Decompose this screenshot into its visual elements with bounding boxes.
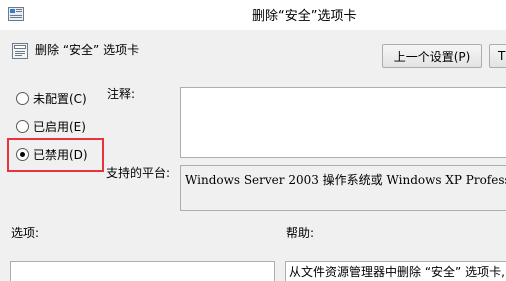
radio-button[interactable] [16,91,29,105]
policy-window-icon [8,7,24,21]
policy-setting-icon [12,43,28,59]
help-label: 帮助: [286,226,315,240]
title-bar: 删除“安全”选项卡 [0,0,506,30]
radio-button[interactable] [16,119,29,133]
supported-platform-label: 支持的平台: [106,166,171,180]
comment-textarea[interactable] [180,87,506,158]
policy-name: 删除 “安全” 选项卡 [35,43,140,57]
highlight-annotation-box [7,138,104,172]
options-label: 选项: [11,226,40,240]
previous-setting-button[interactable]: 上一个设置(P) [382,44,482,68]
radio-enabled[interactable]: 已启用(E) [16,117,86,135]
next-setting-button[interactable]: T [489,44,506,68]
radio-label: 已启用(E) [33,119,86,134]
policy-dialog-body: 删除 “安全” 选项卡 上一个设置(P) T 未配置(C) 已启用(E) 已禁用… [0,30,506,281]
window-title: 删除“安全”选项卡 [252,9,357,24]
radio-label: 未配置(C) [33,91,87,106]
help-text: 从文件资源管理器中删除 “安全” 选项卡, [289,265,505,279]
comment-label: 注释: [107,87,136,101]
radio-not-configured[interactable]: 未配置(C) [16,89,87,107]
supported-platform-value: Windows Server 2003 操作系统或 Windows XP Pro… [185,173,506,187]
options-panel [10,261,275,281]
